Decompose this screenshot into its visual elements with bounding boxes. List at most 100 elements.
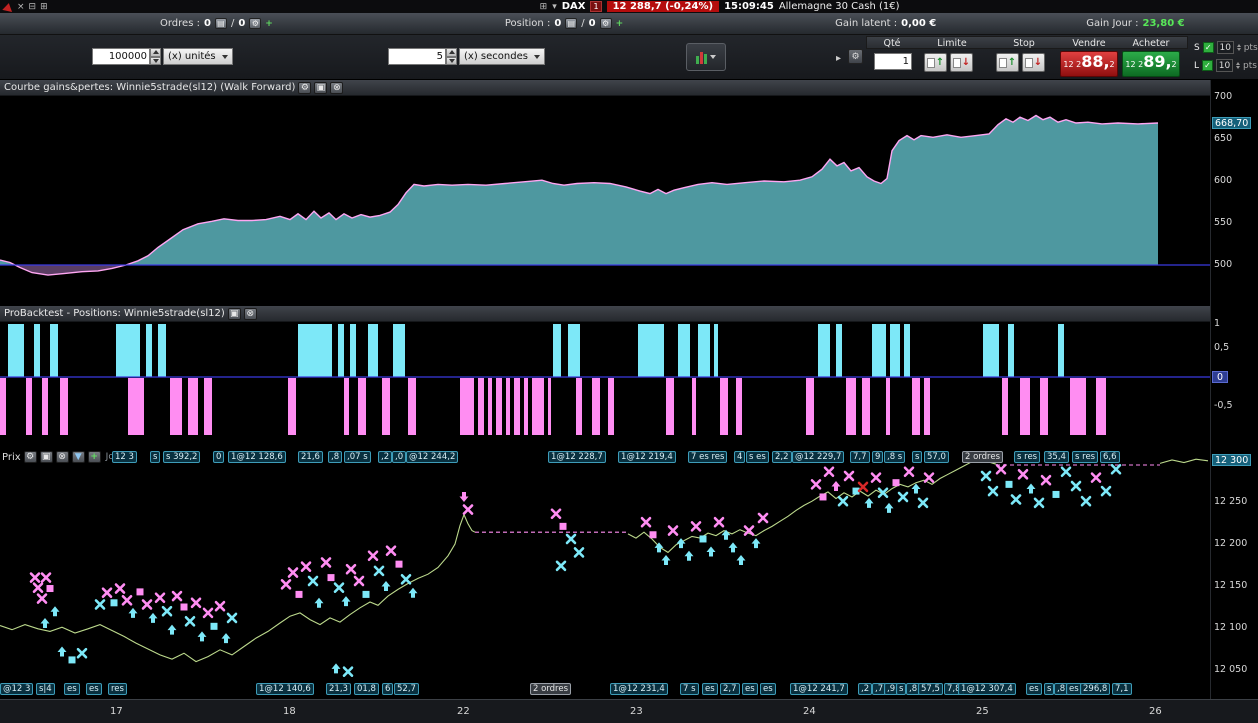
limit-points-value[interactable]: 10 — [1216, 59, 1234, 72]
trade-marker-x — [1070, 480, 1082, 492]
short-position-bar — [170, 378, 182, 435]
short-position-bar — [720, 378, 728, 435]
trade-marker-up-arrow — [728, 542, 738, 553]
trade-marker-x — [1100, 485, 1112, 497]
positions-chart[interactable] — [0, 322, 1210, 450]
trade-marker-square — [136, 588, 144, 596]
time-axis[interactable]: 17 18 22 23 24 25 26 — [0, 699, 1258, 723]
trade-marker-x — [923, 472, 935, 483]
position-add-icon[interactable]: + — [616, 19, 624, 29]
stop-loss-row: S ✓ 10 pts — [1194, 41, 1258, 54]
units-input[interactable] — [92, 48, 150, 65]
limit-checkbox[interactable]: ✓ — [1202, 60, 1214, 71]
trade-marker-x — [995, 463, 1007, 475]
orders-list-icon[interactable]: ▤ — [214, 18, 227, 29]
expand-panel-icon[interactable]: ▸ — [836, 53, 841, 64]
units-dropdown-value: (x) unités — [168, 51, 216, 62]
axis-label: 1 — [1214, 318, 1221, 329]
stop-points-stepper[interactable] — [1236, 44, 1241, 51]
trade-label-chip: 21,6 — [298, 451, 323, 463]
trade-label-chip: 9 — [872, 451, 884, 463]
long-position-bar — [568, 324, 580, 377]
position-list-icon[interactable]: ▤ — [565, 18, 578, 29]
units-stepper[interactable] — [150, 48, 161, 65]
titlebar: × ⊟ ⊞ ⊞ ▾ DAX 1 12 288,7 (-0,24%) 15:09:… — [0, 0, 1258, 13]
trade-label-chip: ,07 s — [344, 451, 371, 463]
stop-sell-button[interactable]: ↓ — [1022, 53, 1045, 72]
trade-marker-square — [327, 574, 335, 582]
x-axis-label: 24 — [803, 706, 816, 717]
axis-label: 550 — [1214, 217, 1233, 228]
sell-price-prefix: 12 2 — [1063, 60, 1082, 69]
window-icon[interactable]: ▣ — [314, 81, 328, 94]
trade-marker-x — [917, 497, 929, 509]
timeframe-stepper[interactable] — [446, 48, 457, 65]
day-gain: Gain Jour : 23,80 € — [1086, 18, 1184, 29]
close-icon[interactable]: × — [17, 1, 25, 13]
qty-header: Qté — [883, 38, 901, 49]
price-axis[interactable]: 700 650 600 550 500 668,70 1 0,5 0 -0,5 12 300 12 2… — [1210, 80, 1258, 699]
window-icon[interactable]: ▣ — [227, 307, 241, 320]
trade-marker-up-arrow — [50, 606, 60, 617]
units-dropdown[interactable]: (x) unités — [163, 48, 233, 65]
wrench-icon[interactable]: ⚙ — [298, 81, 312, 94]
trade-marker-x — [1060, 466, 1072, 478]
position-count: 0 — [554, 18, 562, 29]
trade-label-chip: 7,7 — [850, 451, 870, 463]
price-current-value: 12 300 — [1212, 454, 1252, 466]
orders-add-icon[interactable]: + — [265, 19, 273, 29]
order-settings-icon[interactable]: ⚙ — [848, 49, 863, 64]
sell-button[interactable]: 12 2 88, 2 — [1060, 51, 1118, 77]
chevron-down-icon[interactable]: ▾ — [552, 1, 557, 13]
trade-label-chip: es — [86, 683, 102, 695]
close-panel-icon[interactable]: ⊗ — [330, 81, 344, 94]
trade-marker-up-arrow — [331, 663, 341, 674]
trade-label-chip: es — [1026, 683, 1042, 695]
long-position-bar — [8, 324, 24, 377]
timeframe-input[interactable] — [388, 48, 446, 65]
equity-panel-title: Courbe gains&pertes: Winnie5strade(sl12)… — [4, 82, 296, 93]
limit-points-stepper[interactable] — [1236, 62, 1241, 69]
axis-label: 700 — [1214, 91, 1233, 102]
trade-marker-x — [573, 547, 585, 558]
trade-label-chip: s res — [1072, 451, 1099, 463]
maximize-icon[interactable]: ⊞ — [40, 1, 48, 13]
instrument-short-name[interactable]: DAX — [562, 1, 586, 12]
trade-marker-down-arrow — [459, 491, 469, 502]
limit-profit-row: L ✓ 10 pts — [1194, 59, 1257, 72]
trade-marker-x — [367, 550, 379, 562]
close-panel-icon[interactable]: ⊗ — [243, 307, 257, 320]
limit-sell-button[interactable]: ↓ — [950, 53, 973, 72]
equity-curve-chart[interactable] — [0, 96, 1210, 306]
timeframe-dropdown[interactable]: (x) secondes — [459, 48, 545, 65]
chart-type-icon — [696, 50, 707, 64]
trade-marker-x — [690, 521, 702, 532]
orders-gear-icon[interactable]: ⚙ — [249, 18, 262, 29]
trade-label-chip: 6,6 — [1100, 451, 1120, 463]
qty-input[interactable] — [874, 53, 912, 70]
trade-marker-x — [870, 472, 882, 483]
sell-header: Vendre — [1072, 38, 1106, 49]
stop-points-value[interactable]: 10 — [1216, 41, 1234, 54]
position-gear-icon[interactable]: ⚙ — [599, 18, 612, 29]
minimize-icon[interactable]: ⊟ — [29, 1, 37, 13]
trade-label-chip: 01,8 — [354, 683, 379, 695]
limit-buy-button[interactable]: ↑ — [924, 53, 947, 72]
chart-type-button[interactable] — [686, 43, 726, 71]
trade-marker-up-arrow — [736, 554, 746, 565]
trade-label-chip: 2,7 — [720, 683, 740, 695]
buy-button[interactable]: 12 2 89, 2 — [1122, 51, 1180, 77]
trade-marker-x — [385, 545, 397, 557]
trade-marker-up-arrow — [57, 646, 67, 657]
long-position-bar — [116, 324, 140, 377]
stop-buy-button[interactable]: ↑ — [996, 53, 1019, 72]
buy-arrow-icon: ↑ — [1007, 57, 1017, 68]
stop-checkbox[interactable]: ✓ — [1202, 42, 1214, 53]
stop-header: Stop — [1013, 38, 1035, 49]
trade-marker-x — [857, 481, 869, 493]
grid-icon[interactable]: ⊞ — [540, 1, 548, 13]
price-chart[interactable] — [0, 450, 1210, 683]
short-position-bar — [924, 378, 930, 435]
trade-label-chip: res — [108, 683, 127, 695]
equity-area-positive — [0, 115, 1158, 265]
